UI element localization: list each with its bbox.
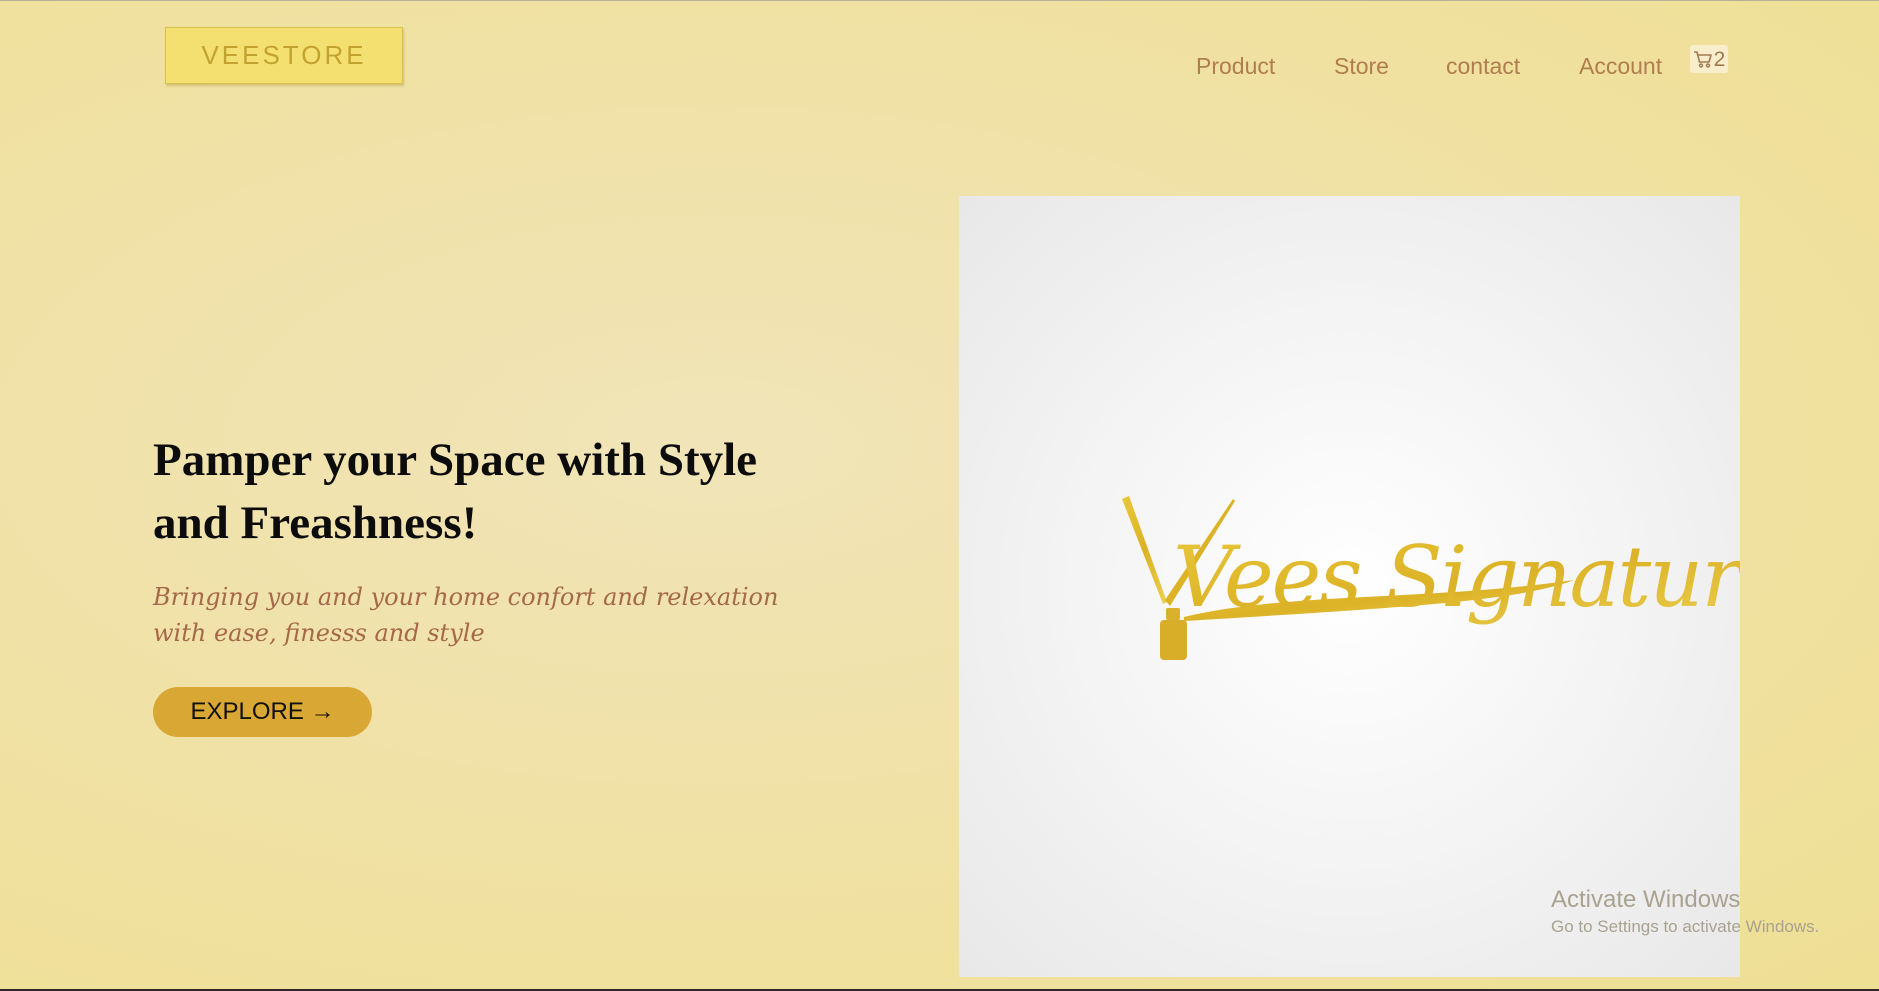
cart-icon xyxy=(1693,50,1713,68)
cart-button[interactable]: 2 xyxy=(1690,45,1728,73)
nav-product[interactable]: Product xyxy=(1196,53,1275,80)
nav-store[interactable]: Store xyxy=(1334,53,1389,80)
watermark-title: Activate Windows xyxy=(1551,886,1741,913)
hero-headline: Pamper your Space with Style and Freashn… xyxy=(153,434,758,549)
main-nav: Product Store contact Account xyxy=(0,53,1879,83)
explore-button[interactable]: EXPLORE → xyxy=(153,687,372,737)
hero-image: Vees Signature xyxy=(959,196,1740,977)
nav-account[interactable]: Account xyxy=(1579,53,1662,80)
vees-signature-logo: Vees Signature xyxy=(1122,496,1740,660)
hero-tagline: Bringing you and your home confort and r… xyxy=(153,583,779,647)
cart-count-badge: 2 xyxy=(1713,47,1726,71)
logo-script-text: Vees Signature xyxy=(1173,528,1740,626)
watermark-subtitle: Go to Settings to activate Windows. xyxy=(1551,917,1820,936)
windows-activation-watermark: Activate Windows Go to Settings to activ… xyxy=(1551,885,1819,939)
nav-contact[interactable]: contact xyxy=(1446,53,1520,80)
